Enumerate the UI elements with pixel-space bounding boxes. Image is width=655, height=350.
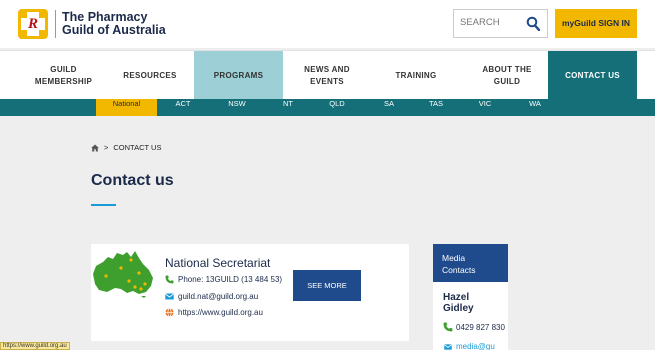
email-icon xyxy=(444,343,452,350)
card-phone-row: Phone: 13GUILD (13 484 53) xyxy=(165,275,282,284)
card-email-row: guild.nat@guild.org.au xyxy=(165,292,258,301)
card-title: National Secretariat xyxy=(165,256,271,270)
nav-about-the-guild[interactable]: ABOUT THE GUILD xyxy=(477,51,537,100)
brand-line-2: Guild of Australia xyxy=(62,23,166,37)
state-tab-act[interactable]: ACT xyxy=(166,99,200,116)
phone-icon xyxy=(165,275,174,284)
state-tab-tas[interactable]: TAS xyxy=(419,99,453,116)
main-nav: GUILD MEMBERSHIP RESOURCES PROGRAMS NEWS… xyxy=(0,50,655,100)
search-box[interactable] xyxy=(453,9,548,38)
card-phone[interactable]: Phone: 13GUILD (13 484 53) xyxy=(178,275,282,284)
see-more-button[interactable]: SEE MORE xyxy=(293,270,361,301)
media-name-line-1: Hazel xyxy=(443,292,470,303)
australia-map-icon xyxy=(93,251,153,298)
logo-r-icon: R xyxy=(27,16,38,32)
card-website-row: https://www.guild.org.au xyxy=(165,308,263,317)
breadcrumb: > CONTACT US xyxy=(91,143,161,152)
state-nav: National ACT NSW NT QLD SA TAS VIC WA xyxy=(0,99,655,116)
media-phone-row: 0429 827 830 xyxy=(443,322,505,332)
state-tab-nsw[interactable]: NSW xyxy=(220,99,254,116)
card-website[interactable]: https://www.guild.org.au xyxy=(178,308,263,317)
logo-divider xyxy=(55,10,56,38)
nav-resources[interactable]: RESOURCES xyxy=(110,51,190,100)
card-email[interactable]: guild.nat@guild.org.au xyxy=(178,292,258,301)
breadcrumb-current: CONTACT US xyxy=(113,143,162,152)
media-heading-line-1: Media xyxy=(442,253,466,263)
phone-icon xyxy=(443,322,453,332)
home-icon[interactable] xyxy=(91,144,99,152)
media-email-row: media@gu xyxy=(443,342,495,350)
state-tab-nt[interactable]: NT xyxy=(273,99,303,116)
state-tab-wa[interactable]: WA xyxy=(520,99,550,116)
search-input[interactable] xyxy=(460,17,520,28)
national-secretariat-card: National Secretariat Phone: 13GUILD (13 … xyxy=(91,244,409,341)
nav-programs[interactable]: PROGRAMS xyxy=(194,51,283,100)
state-tab-national[interactable]: National xyxy=(96,99,157,116)
media-contact-name: Hazel Gidley xyxy=(443,292,474,314)
media-name-line-2: Gidley xyxy=(443,303,474,314)
site-header: R The Pharmacy Guild of Australia myGuil… xyxy=(0,0,655,48)
link-status-tooltip: https://www.guild.org.au xyxy=(0,342,70,350)
nav-contact-us[interactable]: CONTACT US xyxy=(548,51,637,100)
email-icon xyxy=(165,293,174,300)
state-tab-vic[interactable]: VIC xyxy=(470,99,500,116)
state-tab-sa[interactable]: SA xyxy=(374,99,404,116)
myguild-signin-button[interactable]: myGuild SIGN IN xyxy=(555,9,637,38)
media-contacts-card: Media Contacts Hazel Gidley 0429 827 830… xyxy=(433,244,508,350)
breadcrumb-separator: > xyxy=(104,143,109,152)
search-icon[interactable] xyxy=(526,16,540,31)
nav-news-and-events[interactable]: NEWS AND EVENTS xyxy=(295,51,359,100)
nav-guild-membership[interactable]: GUILD MEMBERSHIP xyxy=(30,51,97,100)
brand-name[interactable]: The Pharmacy Guild of Australia xyxy=(62,11,166,37)
globe-icon xyxy=(165,308,174,317)
media-heading-line-2: Contacts xyxy=(442,265,476,275)
nav-training[interactable]: TRAINING xyxy=(380,51,452,100)
media-phone[interactable]: 0429 827 830 xyxy=(456,323,505,332)
state-tab-qld[interactable]: QLD xyxy=(320,99,354,116)
guild-logo[interactable]: R xyxy=(18,9,48,39)
title-underline xyxy=(91,204,116,206)
page-title: Contact us xyxy=(91,172,174,189)
media-contacts-heading: Media Contacts xyxy=(433,244,508,282)
media-email[interactable]: media@gu xyxy=(456,342,495,350)
